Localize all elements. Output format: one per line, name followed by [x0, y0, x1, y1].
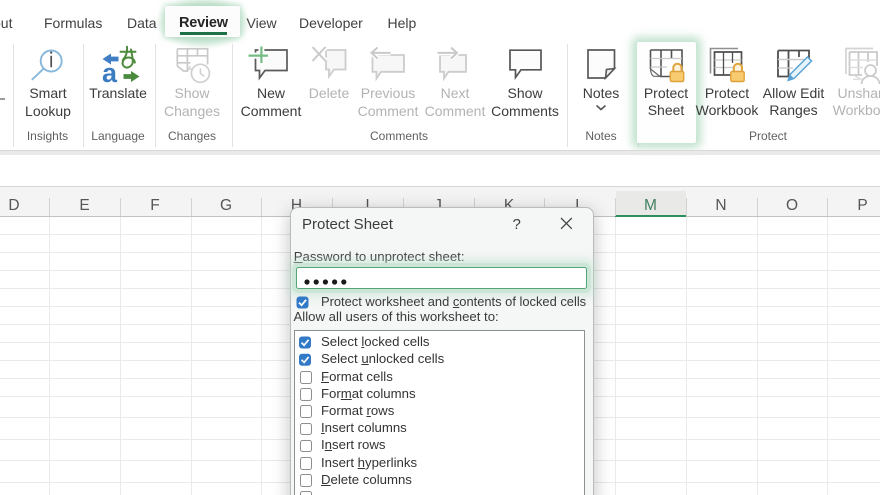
svg-text:a: a — [102, 58, 118, 88]
